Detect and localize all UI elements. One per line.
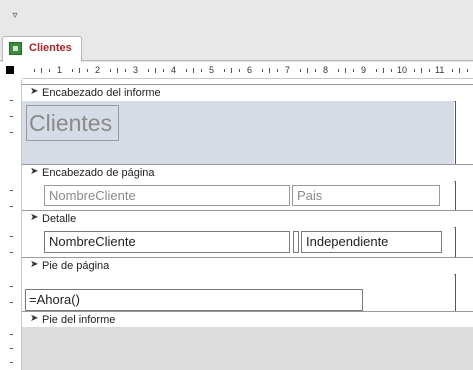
column-label-pais[interactable]: Pais bbox=[292, 185, 440, 206]
ruler-number: 11 bbox=[435, 65, 445, 75]
field-nombrecliente[interactable]: NombreCliente bbox=[44, 231, 290, 253]
page-footer-body[interactable]: =Ahora() bbox=[22, 274, 454, 311]
ruler-number: 10 bbox=[397, 65, 408, 75]
collapse-chevron-icon: ➤ bbox=[30, 86, 39, 97]
section-bar-page-footer[interactable]: ➤ Pie de página bbox=[22, 257, 473, 275]
ruler-number: 8 bbox=[323, 65, 329, 75]
ruler-number: 9 bbox=[361, 65, 367, 75]
canvas-empty-area bbox=[22, 327, 473, 370]
ruler-number: 2 bbox=[95, 65, 101, 75]
detail-right-margin bbox=[455, 227, 473, 257]
ruler-number: 6 bbox=[247, 65, 253, 75]
field-pais[interactable] bbox=[293, 231, 299, 253]
section-bar-page-header[interactable]: ➤ Encabezado de página bbox=[22, 164, 473, 182]
report-title-label[interactable]: Clientes bbox=[26, 105, 119, 141]
report-header-body[interactable]: Clientes bbox=[22, 101, 454, 164]
ruler-number: 1 bbox=[57, 65, 63, 75]
collapse-chevron-icon: ➤ bbox=[30, 313, 39, 324]
field-independiente[interactable]: Independiente bbox=[301, 231, 442, 253]
collapse-chevron-icon: ➤ bbox=[30, 259, 39, 270]
section-label: Pie de página bbox=[42, 260, 110, 272]
vertical-ruler[interactable] bbox=[0, 80, 22, 370]
detail-body[interactable]: NombreCliente Independiente bbox=[22, 227, 454, 257]
section-label: Encabezado de página bbox=[42, 167, 155, 179]
quick-access-toolbar bbox=[0, 0, 473, 35]
section-label: Pie del informe bbox=[42, 314, 116, 326]
page-header-right-margin bbox=[455, 181, 473, 210]
tab-clientes[interactable]: Clientes bbox=[2, 36, 82, 62]
collapse-chevron-icon: ➤ bbox=[30, 166, 39, 177]
ruler-number: 5 bbox=[209, 65, 215, 75]
report-header-right-margin bbox=[455, 101, 473, 164]
report-selector[interactable] bbox=[6, 66, 14, 74]
section-label: Detalle bbox=[42, 213, 77, 225]
column-label-nombrecliente[interactable]: NombreCliente bbox=[44, 185, 290, 206]
ruler-number: 3 bbox=[133, 65, 139, 75]
section-label: Encabezado del informe bbox=[42, 87, 161, 99]
section-bar-report-header[interactable]: ➤ Encabezado del informe bbox=[22, 84, 473, 102]
section-bar-detail[interactable]: ➤ Detalle bbox=[22, 210, 473, 228]
ruler-number: 4 bbox=[171, 65, 177, 75]
page-header-body[interactable]: NombreCliente Pais bbox=[22, 181, 454, 210]
customize-dropdown-icon[interactable]: ▿ bbox=[8, 9, 22, 23]
collapse-chevron-icon: ➤ bbox=[30, 212, 39, 223]
page-footer-right-margin bbox=[455, 274, 473, 311]
field-date-expression[interactable]: =Ahora() bbox=[25, 289, 363, 311]
horizontal-ruler[interactable]: 1 2 3 4 5 6 7 8 9 10 11 bbox=[22, 63, 473, 79]
tab-label: Clientes bbox=[29, 42, 72, 54]
report-icon bbox=[9, 42, 22, 55]
ruler-number: 7 bbox=[285, 65, 291, 75]
